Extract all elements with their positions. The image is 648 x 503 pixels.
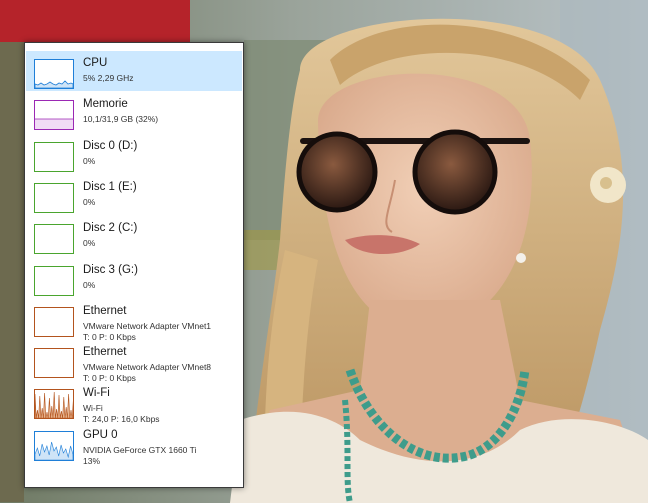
perf-item-name: Wi-Fi — [83, 387, 110, 400]
cpu-graph-icon — [34, 59, 74, 89]
perf-item-detail: NVIDIA GeForce GTX 1660 Ti — [83, 444, 197, 455]
gpu-sparkline — [35, 441, 73, 460]
network-graph-icon — [34, 348, 74, 379]
gpu-graph-icon — [34, 430, 74, 461]
memory-sparkline — [35, 118, 73, 130]
disk-graph-icon — [34, 265, 74, 296]
disk-sparkline — [35, 143, 73, 171]
perf-item-detail: VMware Network Adapter VMnet1 — [83, 320, 212, 331]
perf-item-name: CPU — [83, 57, 108, 69]
disk-graph-icon — [34, 182, 74, 213]
network-graph-icon — [34, 306, 74, 337]
disk-sparkline — [35, 184, 73, 212]
perf-item-detail: 5% 2,29 GHz — [83, 73, 134, 83]
perf-item-name: Ethernet — [83, 304, 127, 317]
perf-item-detail: 0% — [83, 196, 96, 207]
disk-graph-icon — [34, 141, 74, 172]
perf-item-name: Ethernet — [83, 346, 127, 359]
task-manager-performance-panel: CPU 5% 2,29 GHz Memorie 10,1/31,9 GB (32… — [24, 42, 244, 488]
perf-item-name: Disc 3 (G:) — [83, 263, 138, 276]
perf-item-detail: 0% — [83, 238, 96, 249]
disk-graph-icon — [34, 224, 74, 255]
perf-item-memory[interactable]: Memorie 10,1/31,9 GB (32%) — [26, 92, 242, 132]
perf-item-disk-0[interactable]: Disc 0 (D:) 0% — [26, 134, 242, 174]
perf-item-detail: 0% — [83, 279, 96, 290]
perf-item-detail: Wi-Fi — [83, 403, 103, 414]
perf-item-gpu-0[interactable]: GPU 0 NVIDIA GeForce GTX 1660 Ti 13% — [26, 423, 242, 466]
perf-item-cpu[interactable]: CPU 5% 2,29 GHz — [26, 51, 242, 91]
memory-graph-icon — [34, 100, 74, 131]
perf-item-name: Disc 1 (E:) — [83, 180, 137, 193]
perf-item-wifi[interactable]: Wi-Fi Wi-Fi T: 24,0 P: 16,0 Kbps — [26, 381, 242, 424]
perf-item-disk-2[interactable]: Disc 2 (C:) 0% — [26, 216, 242, 256]
perf-item-ethernet-vmnet1[interactable]: Ethernet VMware Network Adapter VMnet1 T… — [26, 299, 242, 342]
perf-item-disk-3[interactable]: Disc 3 (G:) 0% — [26, 258, 242, 298]
perf-item-name: GPU 0 — [83, 428, 118, 441]
wifi-sparkline-area — [35, 392, 73, 419]
memory-sparkline-fill — [35, 119, 73, 130]
network-sparkline — [35, 349, 73, 377]
perf-item-detail: VMware Network Adapter VMnet8 — [83, 362, 212, 373]
perf-item-detail: 0% — [83, 155, 96, 166]
network-sparkline — [35, 308, 73, 336]
perf-item-detail: 10,1/31,9 GB (32%) — [83, 114, 159, 125]
perf-item-name: Disc 0 (D:) — [83, 139, 138, 152]
perf-item-ethernet-vmnet8[interactable]: Ethernet VMware Network Adapter VMnet8 T… — [26, 340, 242, 383]
perf-item-name: Memorie — [83, 98, 128, 111]
cpu-sparkline-area — [35, 80, 73, 88]
disk-sparkline — [35, 267, 73, 295]
gpu-sparkline-area — [35, 441, 73, 460]
cpu-sparkline — [35, 80, 73, 88]
disk-sparkline — [35, 225, 73, 253]
perf-item-disk-1[interactable]: Disc 1 (E:) 0% — [26, 175, 242, 215]
perf-item-detail-2: 13% — [83, 455, 101, 466]
perf-item-name: Disc 2 (C:) — [83, 222, 138, 235]
wifi-sparkline — [35, 392, 73, 419]
wifi-graph-icon — [34, 389, 74, 420]
